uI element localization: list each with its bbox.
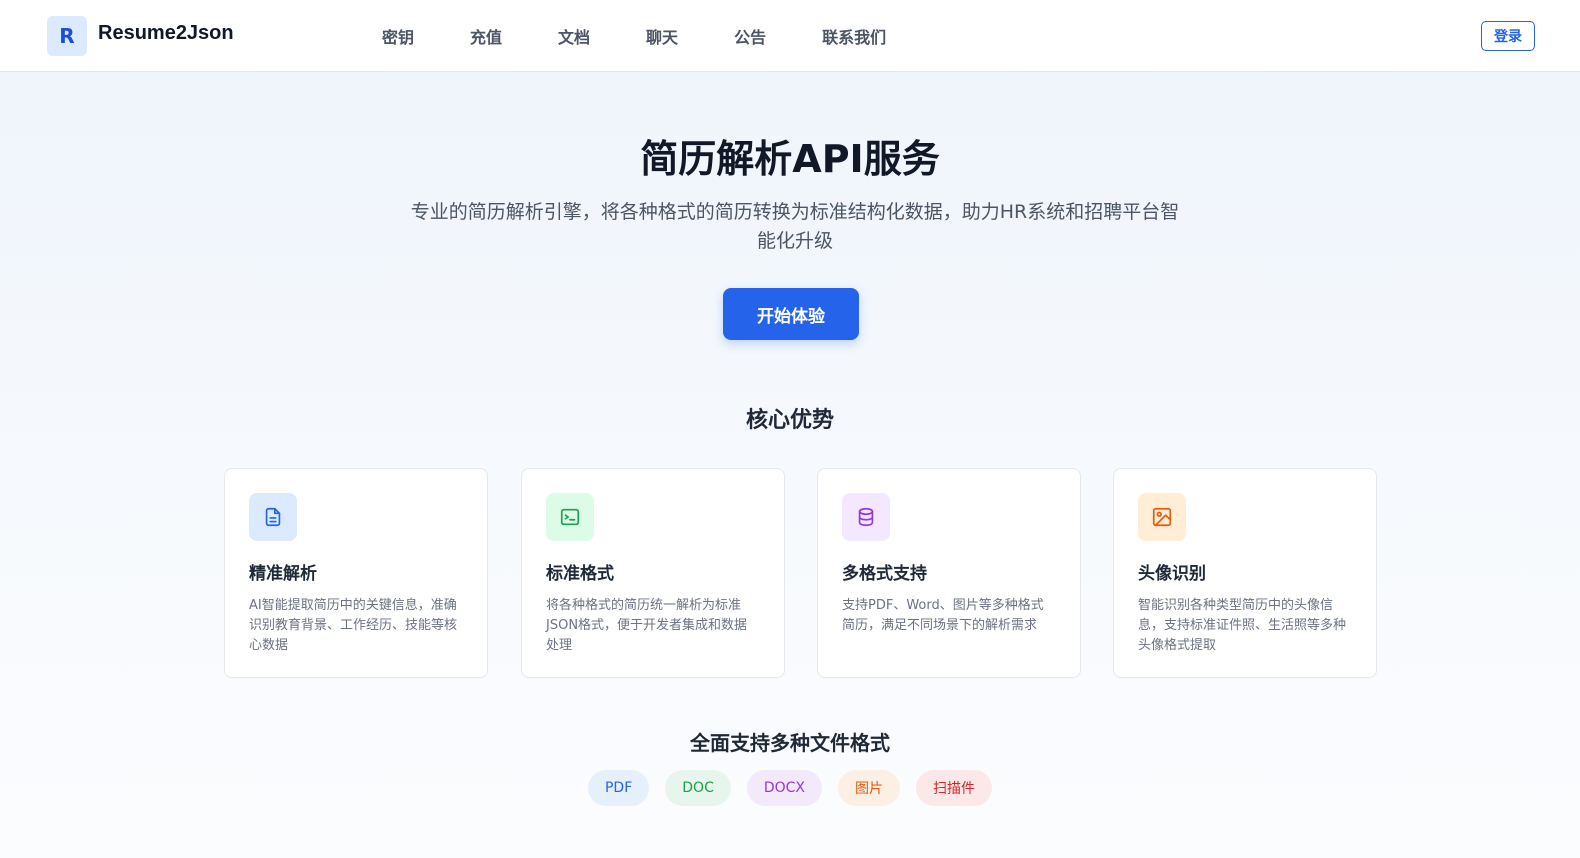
features-title: 核心优势 (745, 408, 834, 433)
document-icon (249, 493, 297, 541)
feature-card-format: 标准格式 将各种格式的简历统一解析为标准JSON格式，便于开发者集成和数据处理 (521, 468, 785, 678)
feature-card-multiformat: 多格式支持 支持PDF、Word、图片等多种格式简历，满足不同场景下的解析需求 (817, 468, 1081, 678)
card-title: 多格式支持 (842, 564, 927, 584)
feature-card-parsing: 精准解析 AI智能提取简历中的关键信息，准确识别教育背景、工作经历、技能等核心数… (224, 468, 488, 678)
nav-item-announcements[interactable]: 公告 (734, 24, 766, 48)
start-trial-button[interactable]: 开始体验 (723, 288, 859, 340)
card-title: 头像识别 (1138, 564, 1206, 584)
nav-item-recharge[interactable]: 充值 (470, 24, 502, 48)
image-icon (1138, 493, 1186, 541)
nav-item-docs[interactable]: 文档 (558, 24, 590, 48)
terminal-icon (546, 493, 594, 541)
format-badge-image: 图片 (838, 770, 901, 806)
card-description: 支持PDF、Word、图片等多种格式简历，满足不同场景下的解析需求 (842, 598, 1044, 633)
format-badge-scan: 扫描件 (916, 770, 993, 806)
nav-item-keys[interactable]: 密钥 (382, 24, 414, 48)
card-title: 精准解析 (249, 564, 317, 584)
format-badge-docx: DOCX (746, 770, 823, 806)
format-badges: PDF DOC DOCX 图片 扫描件 (0, 770, 1580, 806)
brand-name[interactable]: Resume2Json (98, 22, 234, 45)
top-nav-bar: R Resume2Json 密钥 充值 文档 聊天 公告 联系我们 登录 (0, 0, 1580, 72)
formats-title: 全面支持多种文件格式 (690, 731, 890, 755)
feature-card-avatar: 头像识别 智能识别各种类型简历中的头像信息，支持标准证件照、生活照等多种头像格式… (1113, 468, 1377, 678)
hero-title: 简历解析API服务 (640, 137, 940, 181)
hero-subtitle: 专业的简历解析引擎，将各种格式的简历转换为标准结构化数据，助力HR系统和招聘平台… (410, 201, 1180, 252)
card-title: 标准格式 (546, 564, 614, 584)
logo-badge[interactable]: R (47, 16, 87, 56)
card-description: 智能识别各种类型简历中的头像信息，支持标准证件照、生活照等多种头像格式提取 (1138, 598, 1347, 653)
database-icon (842, 493, 890, 541)
format-badge-pdf: PDF (587, 770, 650, 806)
card-description: 将各种格式的简历统一解析为标准JSON格式，便于开发者集成和数据处理 (546, 598, 748, 653)
nav-item-contact[interactable]: 联系我们 (822, 24, 886, 48)
card-description: AI智能提取简历中的关键信息，准确识别教育背景、工作经历、技能等核心数据 (249, 598, 458, 653)
main-nav: 密钥 充值 文档 聊天 公告 联系我们 (382, 24, 886, 48)
format-badge-doc: DOC (665, 770, 731, 806)
nav-item-chat[interactable]: 聊天 (646, 24, 678, 48)
login-button[interactable]: 登录 (1481, 21, 1535, 51)
